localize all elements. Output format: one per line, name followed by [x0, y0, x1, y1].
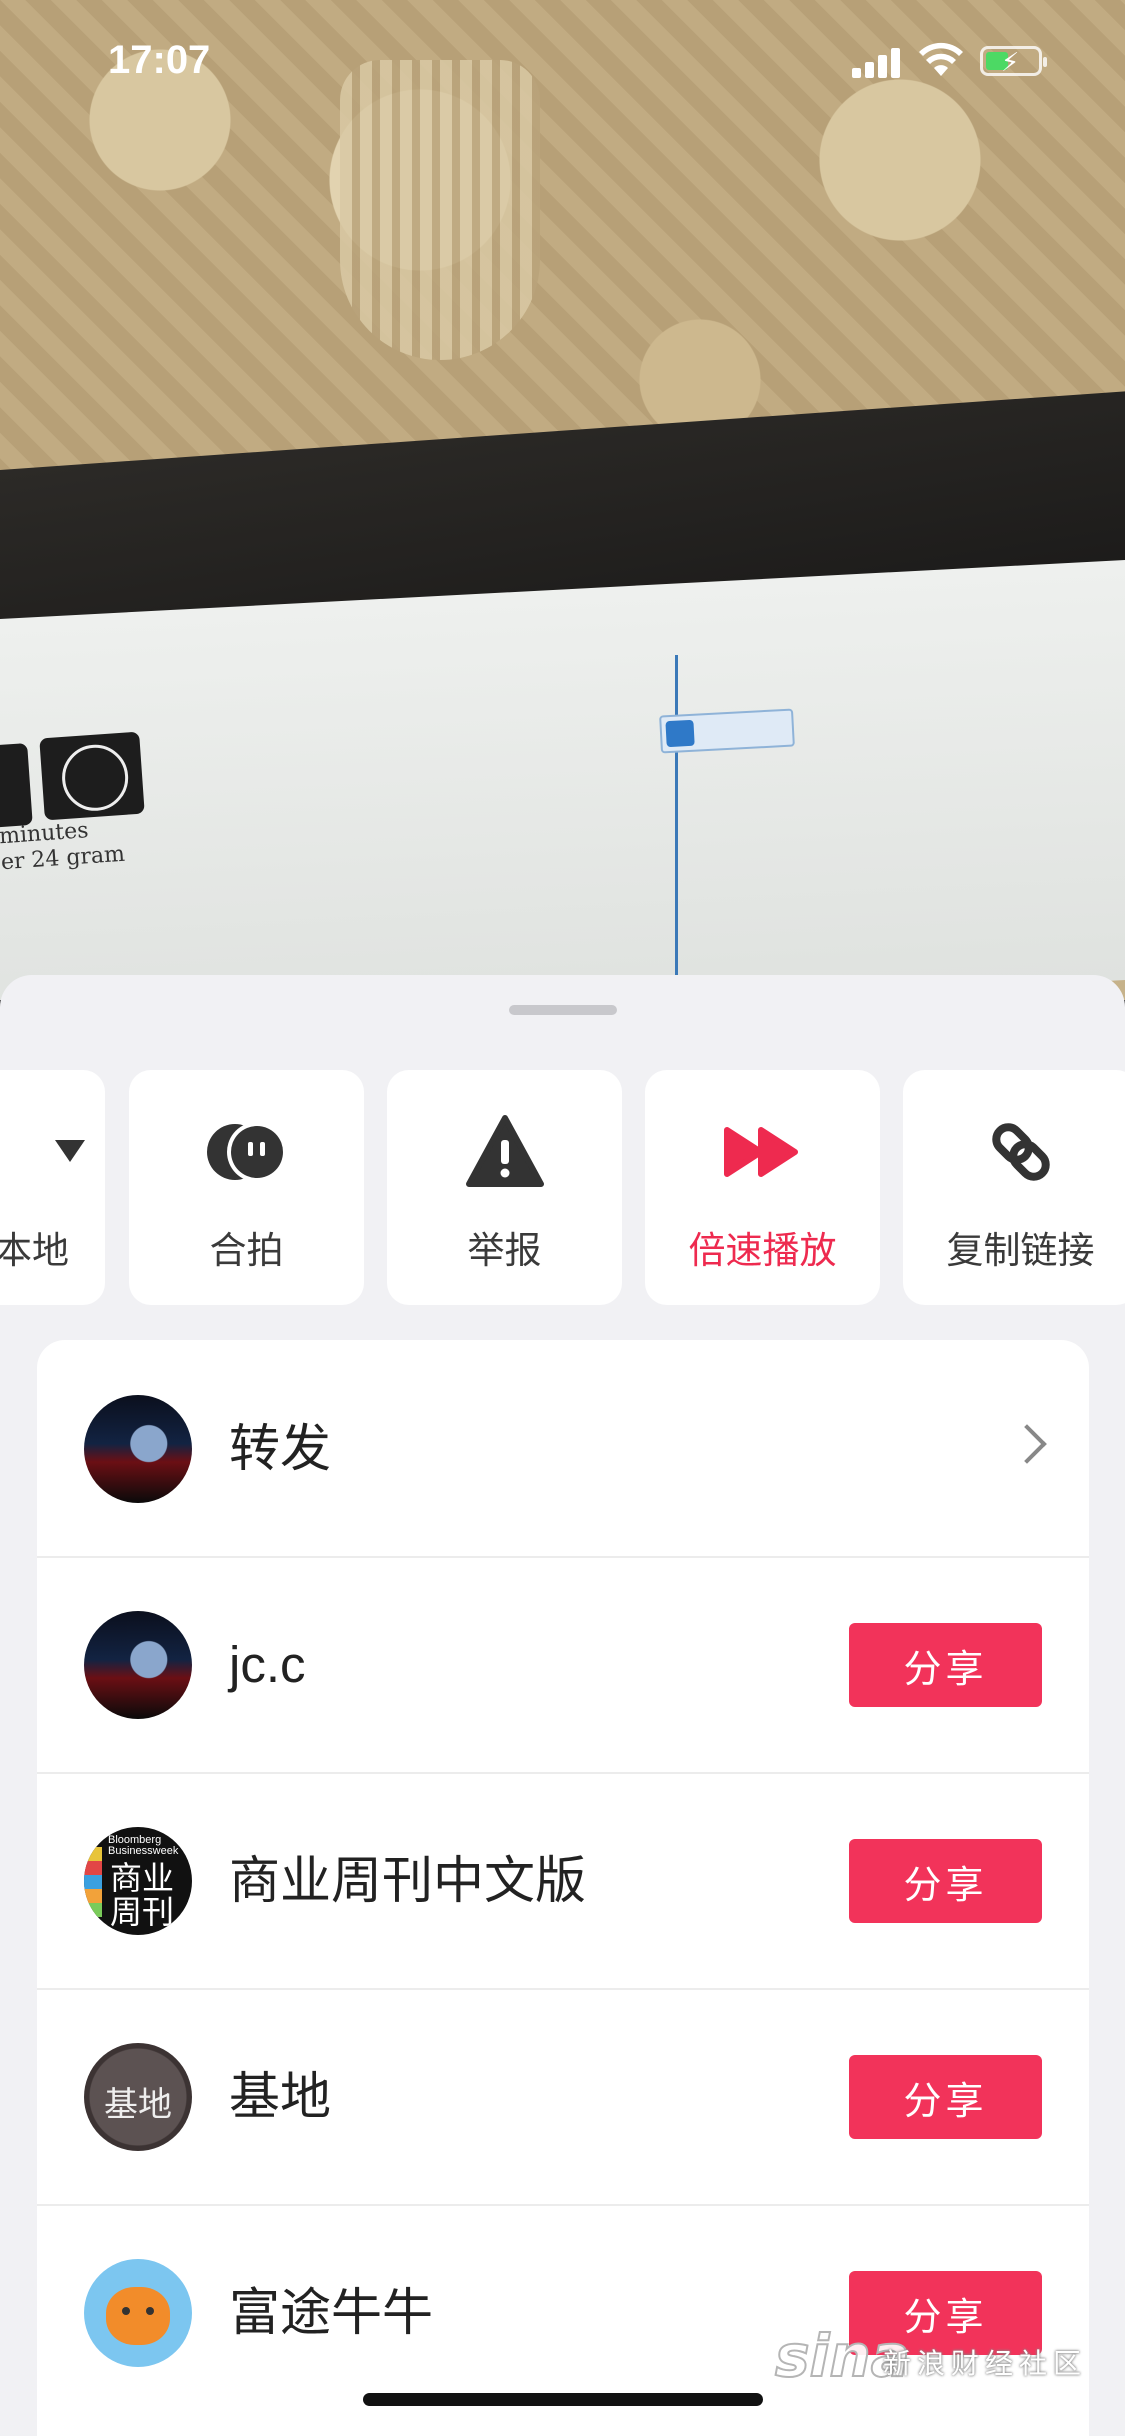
- share-sheet: 本地 合拍 举报 倍速播放 复制链接 转发 jc.c 分享 Bloomberg …: [0, 975, 1125, 2436]
- action-report[interactable]: 举报: [387, 1070, 622, 1305]
- battery-icon: ⚡: [980, 46, 1047, 77]
- video-frame-tag: [659, 708, 795, 754]
- fast-forward-icon: [723, 1127, 798, 1177]
- video-frame-line: [675, 655, 678, 995]
- avatar: Bloomberg Businessweek 商业周刊: [84, 1827, 192, 1935]
- action-label: 本地: [0, 1230, 69, 1271]
- wifi-icon: [919, 42, 963, 76]
- action-playback-speed[interactable]: 倍速播放: [645, 1070, 880, 1305]
- contact-name: jc.c: [229, 1636, 306, 1693]
- contact-name: 商业周刊中文版: [229, 1852, 587, 1909]
- action-row: 本地 合拍 举报 倍速播放 复制链接: [0, 1070, 1125, 1305]
- action-label: 倍速播放: [688, 1230, 837, 1271]
- list-item: Bloomberg Businessweek 商业周刊 商业周刊中文版 分享: [37, 1772, 1089, 1990]
- sheet-drag-handle[interactable]: [509, 1005, 617, 1015]
- chevron-right-icon: [1007, 1424, 1047, 1464]
- creality-logo: [39, 731, 145, 821]
- list-item: 富途牛牛 分享: [37, 2204, 1089, 2420]
- video-frame-text: minutes er 24 gram: [0, 818, 126, 876]
- action-duet[interactable]: 合拍: [129, 1070, 364, 1305]
- video-frame-screen: [0, 558, 1125, 1000]
- video-player[interactable]: minutes er 24 gram: [0, 0, 1125, 1000]
- avatar: [84, 2259, 192, 2367]
- share-button[interactable]: 分享: [849, 1623, 1042, 1707]
- link-icon: [991, 1123, 1050, 1181]
- contact-name: 转发: [229, 1420, 332, 1477]
- status-bar: 17:07 ⚡: [0, 0, 1125, 130]
- sina-watermark: sina 新浪财经社区: [774, 2321, 1088, 2391]
- action-label: 复制链接: [946, 1230, 1095, 1271]
- video-frame-logo-left: [0, 743, 33, 829]
- contact-name: 富途牛牛: [229, 2284, 434, 2341]
- share-button[interactable]: 分享: [849, 2055, 1042, 2139]
- contact-name: 基地: [229, 2068, 332, 2125]
- share-button[interactable]: 分享: [849, 1839, 1042, 1923]
- warning-icon: [465, 1115, 544, 1187]
- duet-icon: [206, 1122, 287, 1182]
- list-item: 基地 基地 分享: [37, 1988, 1089, 2206]
- list-item-forward[interactable]: 转发: [37, 1340, 1089, 1558]
- list-item: jc.c 分享: [37, 1556, 1089, 1774]
- action-label: 举报: [467, 1230, 542, 1271]
- contact-list: 转发 jc.c 分享 Bloomberg Businessweek 商业周刊 商…: [37, 1340, 1089, 2436]
- action-copy-link[interactable]: 复制链接: [903, 1070, 1125, 1305]
- home-indicator[interactable]: [363, 2393, 763, 2406]
- action-save-local[interactable]: 本地: [0, 1070, 105, 1305]
- action-label: 合拍: [209, 1230, 284, 1271]
- cellular-signal-icon: [852, 46, 904, 78]
- status-time: 17:07: [108, 38, 211, 82]
- avatar: 基地: [84, 2043, 192, 2151]
- avatar: [84, 1395, 192, 1503]
- avatar: [84, 1611, 192, 1719]
- download-icon: [55, 1140, 85, 1162]
